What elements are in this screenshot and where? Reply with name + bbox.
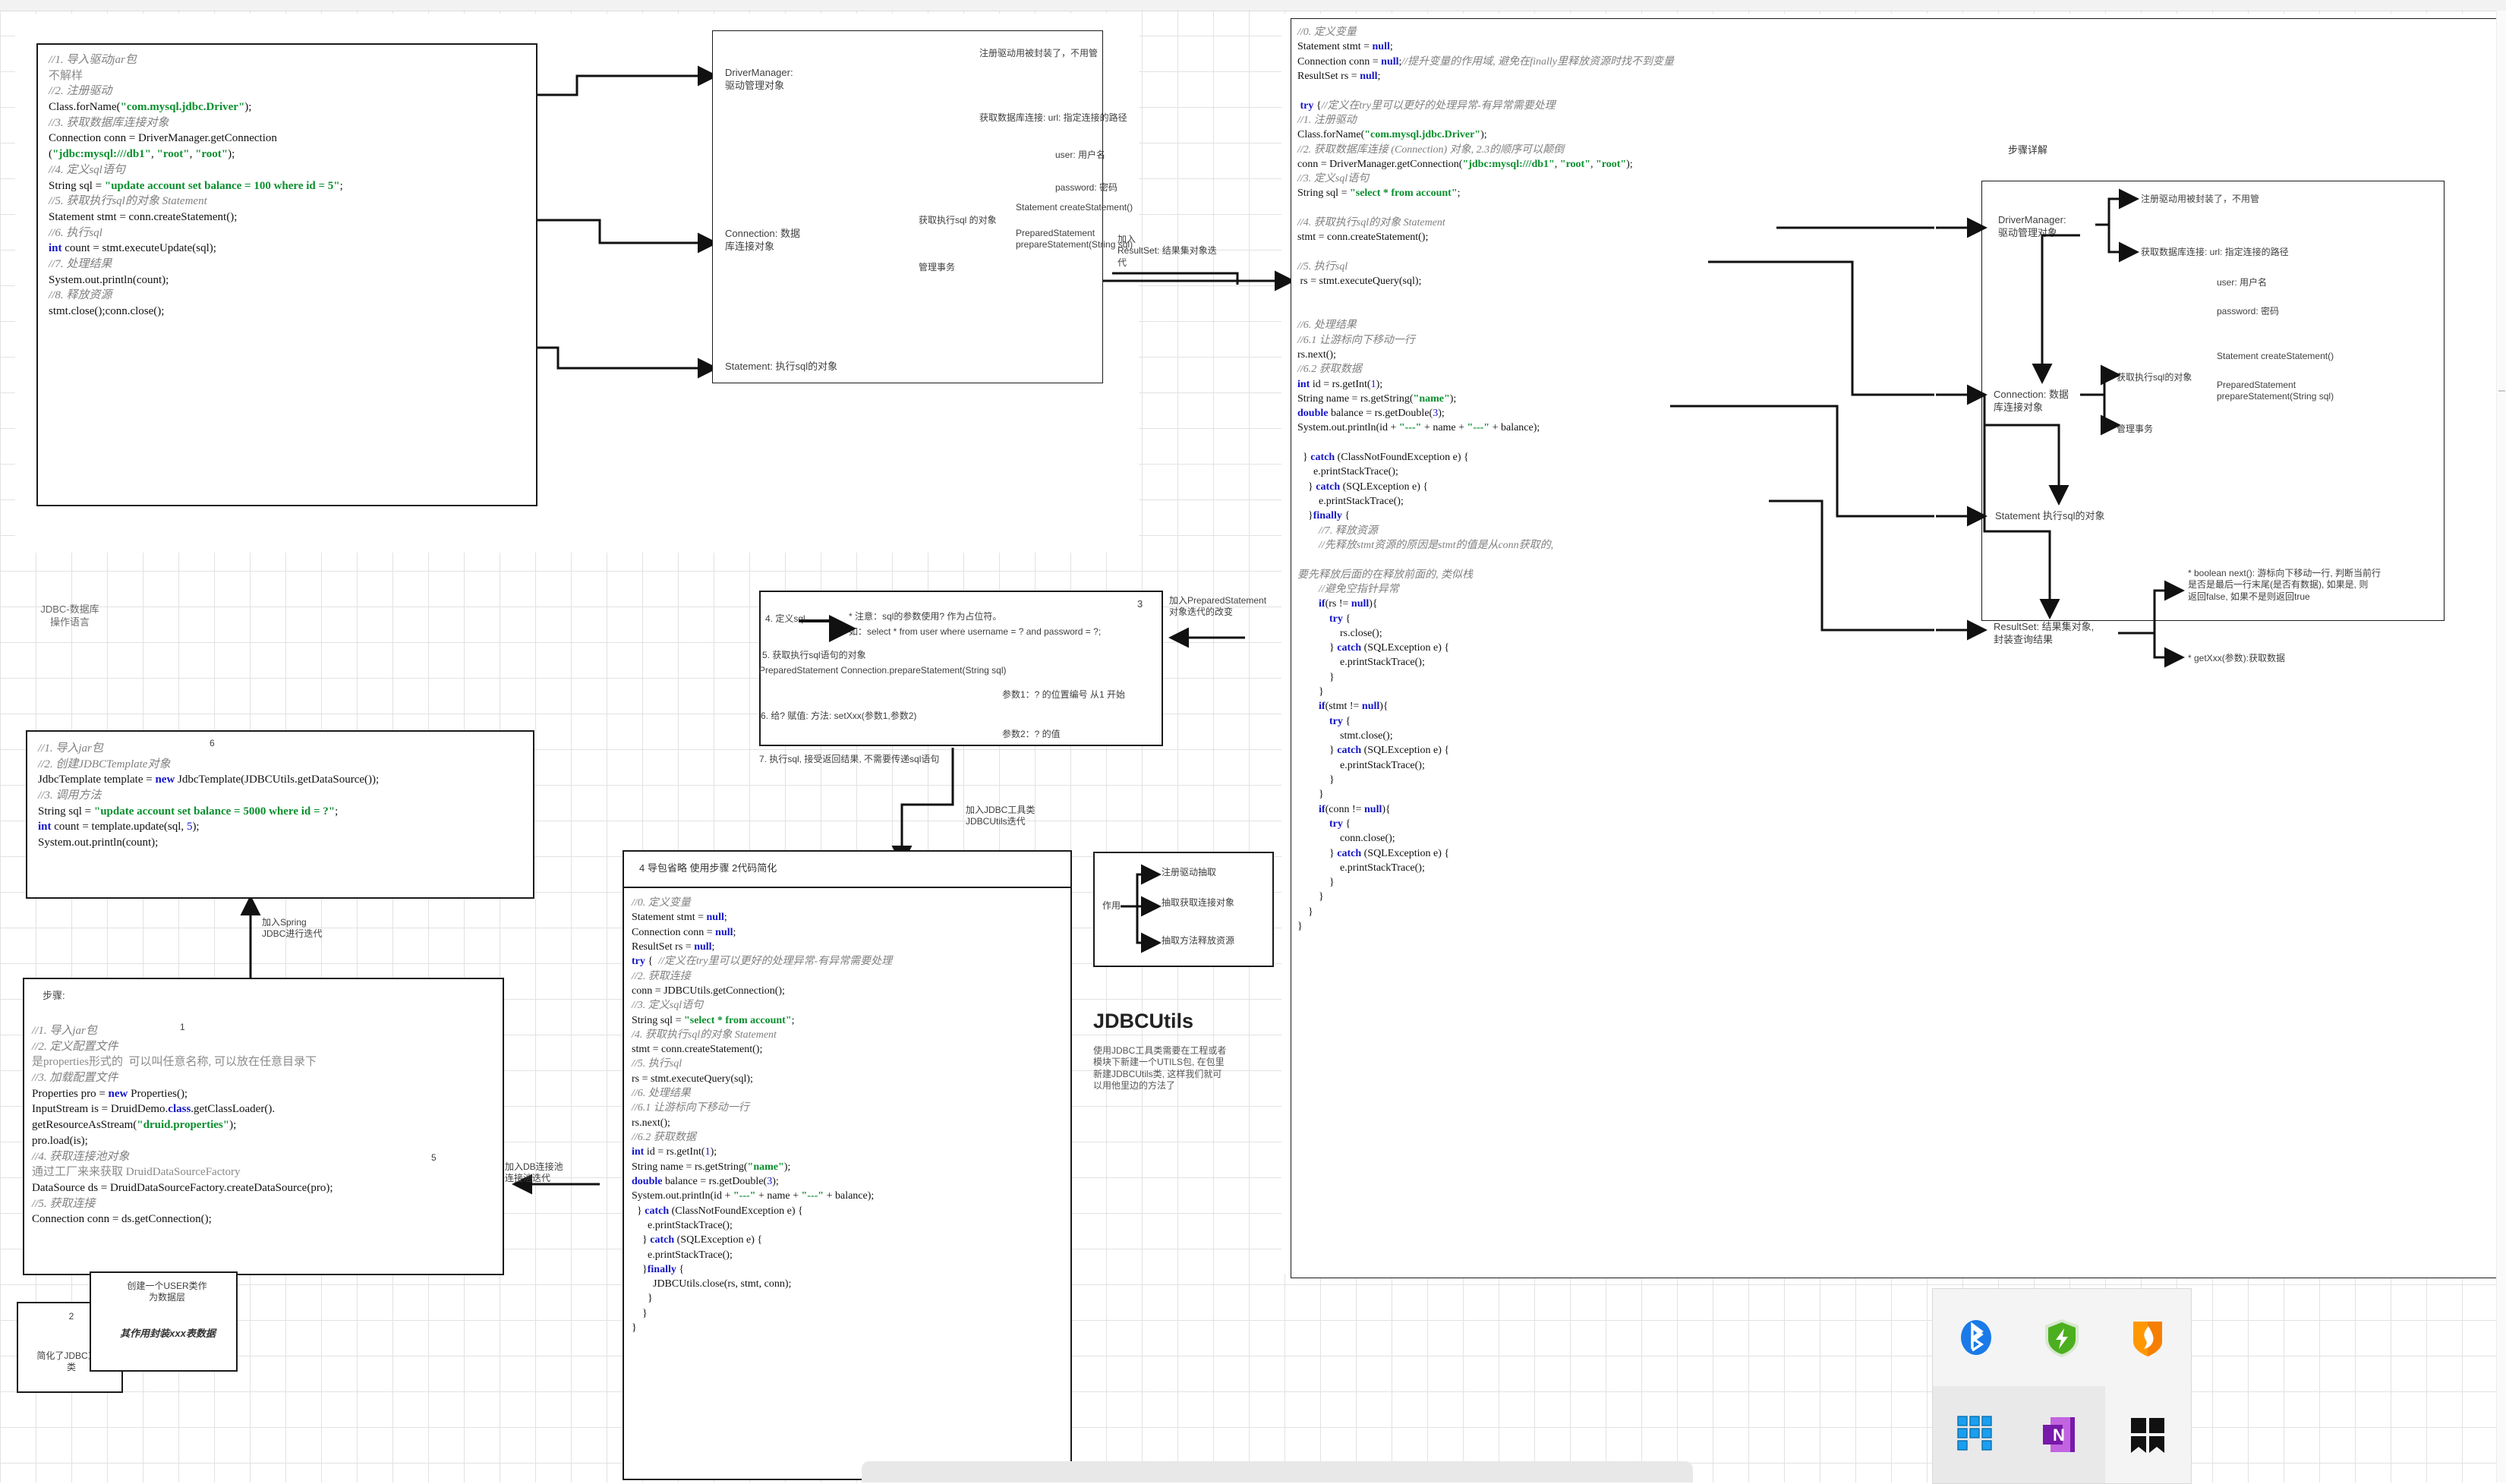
jdbcutils-branch-connection: 抽取获取连接对象 bbox=[1162, 897, 1234, 909]
jdbcutils-demo-code: //0. 定义变量 Statement stmt = null; Connect… bbox=[632, 896, 892, 1335]
tray-item-onenote[interactable]: N bbox=[2019, 1386, 2104, 1483]
druid-badge-top: 1 bbox=[180, 1022, 185, 1033]
diagram2-node-statement: Statement 执行sql的对象 bbox=[1995, 510, 2105, 523]
diagram1-node-drivermanager: DriverManager: 驱动管理对象 bbox=[725, 67, 793, 92]
prepared-note-line-1: 4. 定义sql bbox=[765, 613, 805, 625]
diagram2-node-drivermanager: DriverManager: 驱动管理对象 bbox=[1998, 214, 2066, 239]
diagram1-branch-password: password: 密码 bbox=[1055, 182, 1117, 194]
vertical-scrollbar[interactable] bbox=[2496, 11, 2506, 1482]
diagram2-branch-getxxx: * getXxx(参数):获取数据 bbox=[2188, 653, 2285, 664]
statement-demo-box[interactable]: //1. 导入驱动jar包 不解样 //2. 注册驱动 Class.forNam… bbox=[36, 43, 537, 506]
prepared-note-line-2: * 注意：sql的参数使用? 作为占位符。 bbox=[849, 611, 1001, 622]
orange-shield-icon bbox=[2126, 1315, 2170, 1360]
jdbctemplate-box[interactable]: //1. 导入jar包 //2. 创建JDBCTemplate对象 JdbcTe… bbox=[26, 730, 534, 899]
connector-label-spring-iteration: 加入Spring JDBC进行迭代 bbox=[262, 917, 383, 940]
diagram1-node-statement: Statement: 执行sql的对象 bbox=[725, 361, 837, 373]
diagram2-branch-exec-sql-object: 获取执行sql的对象 bbox=[2117, 372, 2192, 383]
prepared-note-line-3: 如：select * from user where username = ? … bbox=[849, 626, 1101, 638]
prepared-note-param-2: 参数2：? 的值 bbox=[1002, 729, 1061, 740]
diagram1-branch-get-connection: 获取数据库连接: url: 指定连接的路径 bbox=[979, 112, 1127, 124]
jdbcutils-card-title: JDBCUtils bbox=[1093, 1010, 1275, 1033]
jdbcutils-branch-register: 注册驱动抽取 bbox=[1162, 867, 1216, 878]
diagram2-branch-next: * boolean next(): 游标向下移动一行, 判断当前行 是否是最后一… bbox=[2188, 568, 2438, 603]
connector-label-resultset-iteration: 加入 ResultSet: 结果集对象迭 代 bbox=[1117, 234, 1262, 269]
tray-item-green-shield[interactable] bbox=[2019, 1289, 2104, 1386]
jdbcutils-branch-release: 抽取方法释放资源 bbox=[1162, 935, 1234, 947]
druid-heading: 步骤: bbox=[43, 990, 65, 1003]
diagram2-title: 步骤详解 bbox=[2008, 144, 2047, 157]
prepared-note-line-6: 6. 给? 赋值: 方法: setXxx(参数1,参数2) bbox=[761, 710, 916, 722]
druid-user-class-label: 创建一个USER类作 为数据层 bbox=[99, 1281, 235, 1304]
jdbcutils-demo-box[interactable]: //0. 定义变量 Statement stmt = null; Connect… bbox=[623, 887, 1072, 1480]
diagram1-branch-register-driver: 注册驱动用被封装了，不用管 bbox=[979, 48, 1098, 59]
jdbcutils-role-label: 作用 bbox=[1102, 900, 1121, 912]
statement-demo-code: //1. 导入驱动jar包 不解样 //2. 注册驱动 Class.forNam… bbox=[49, 52, 343, 320]
green-shield-icon bbox=[2039, 1315, 2085, 1360]
diagram1-method-prepare-statement: PreparedStatement prepareStatement(Strin… bbox=[1016, 228, 1133, 251]
prepared-note-param-1: 参数1：? 的位置编号 从1 开始 bbox=[1002, 689, 1125, 701]
diagram1-node-connection: Connection: 数据 库连接对象 bbox=[725, 228, 800, 253]
tray-item-blue-grid[interactable] bbox=[1933, 1386, 2019, 1483]
connector-label-prepared-iteration: 加入PreparedStatement 对象迭代的改变 bbox=[1169, 595, 1275, 619]
diagram2-node-resultset: ResultSet: 结果集对象, 封装查询结果 bbox=[1994, 621, 2094, 646]
diagram1-branch-exec-sql-object: 获取执行sql 的对象 bbox=[919, 215, 997, 226]
diagram2-branch-get-connection: 获取数据库连接: url: 指定连接的路径 bbox=[2141, 247, 2289, 258]
jdbctemplate-badge: 6 bbox=[210, 738, 215, 749]
tray-item-windows-black[interactable] bbox=[2105, 1386, 2191, 1483]
diagram2-branch-user: user: 用户名 bbox=[2217, 277, 2267, 288]
druid-badge-right: 5 bbox=[431, 1152, 437, 1164]
scrollbar-thumb[interactable] bbox=[2498, 390, 2505, 392]
blue-grid-icon bbox=[1955, 1413, 1997, 1456]
druid-code: //1. 导入jar包 //2. 定义配置文件 是properties形式的 可… bbox=[32, 1023, 333, 1227]
app-top-bar bbox=[0, 0, 2506, 11]
svg-text:N: N bbox=[2053, 1426, 2065, 1445]
diagram1-branch-manage-transaction: 管理事务 bbox=[919, 262, 955, 273]
onenote-icon: N bbox=[2040, 1413, 2084, 1457]
diagram2-branch-password: password: 密码 bbox=[2217, 306, 2279, 317]
druid-user-class-note: 其作用封装xxx表数据 bbox=[96, 1328, 240, 1341]
diagram2-branch-manage-transaction: 管理事务 bbox=[2117, 424, 2153, 435]
jdbcutils-role-box[interactable]: 作用 注册驱动抽取 抽取获取连接对象 抽取方法释放资源 bbox=[1093, 852, 1274, 967]
diagram2-node-connection: Connection: 数据 库连接对象 bbox=[1994, 389, 2069, 414]
system-tray-popup[interactable]: N bbox=[1932, 1288, 2192, 1484]
druid-user-class-box[interactable]: 创建一个USER类作 为数据层 其作用封装xxx表数据 bbox=[90, 1271, 238, 1372]
jdbcutils-demo-header: 4 导包省略 使用步骤 2代码简化 bbox=[639, 862, 777, 875]
prepared-note-line-5: PreparedStatement Connection.prepareStat… bbox=[759, 665, 1007, 676]
diagram2-branch-register-driver: 注册驱动用被封装了，不用管 bbox=[2141, 194, 2259, 205]
prepared-note-line-4: 5. 获取执行sql语句的对象 bbox=[762, 650, 866, 661]
connector-label-jdbcutils-iteration: 加入JDBC工具类 JDBCUtils迭代 bbox=[966, 805, 1125, 828]
taskbar-stub bbox=[862, 1461, 1693, 1482]
diagram1-method-create-statement: Statement createStatement() bbox=[1016, 202, 1133, 213]
diagram2-method-create-statement: Statement createStatement() bbox=[2217, 351, 2334, 362]
canvas-root-label: JDBC-数据库 操作语言 bbox=[17, 603, 123, 629]
prepared-note-line-7: 7. 执行sql, 接受返回结果, 不需要传递sql语句 bbox=[759, 754, 939, 765]
diagram2-method-prepare-statement: PreparedStatement prepareStatement(Strin… bbox=[2217, 380, 2334, 403]
jdbcutils-card-desc: 使用JDBC工具类需要在工程或者 模块下新建一个UTILS包, 在包里 新建JD… bbox=[1093, 1045, 1275, 1092]
tray-item-bluetooth[interactable] bbox=[1933, 1289, 2019, 1386]
tray-item-orange-shield[interactable] bbox=[2105, 1289, 2191, 1386]
diagram1-branch-user: user: 用户名 bbox=[1055, 150, 1105, 161]
bluetooth-icon bbox=[1956, 1317, 1997, 1358]
windows-black-icon bbox=[2126, 1413, 2169, 1456]
jdbcutils-demo-header-box: 4 导包省略 使用步骤 2代码简化 bbox=[623, 850, 1072, 888]
resultset-demo-code: //0. 定义变量 Statement stmt = null; Connect… bbox=[1297, 25, 1674, 934]
druid-steps-box[interactable]: 步骤: //1. 导入jar包 //2. 定义配置文件 是properties形… bbox=[23, 978, 504, 1275]
jdbctemplate-code: //1. 导入jar包 //2. 创建JDBCTemplate对象 JdbcTe… bbox=[38, 741, 379, 851]
connector-label-pool-iteration: 加入DB连接池 连接池迭代 bbox=[505, 1161, 619, 1185]
prepared-note-badge: 3 bbox=[1137, 598, 1143, 611]
jdbcutils-card-text: JDBCUtils 使用JDBC工具类需要在工程或者 模块下新建一个UTILS包… bbox=[1093, 1010, 1275, 1092]
